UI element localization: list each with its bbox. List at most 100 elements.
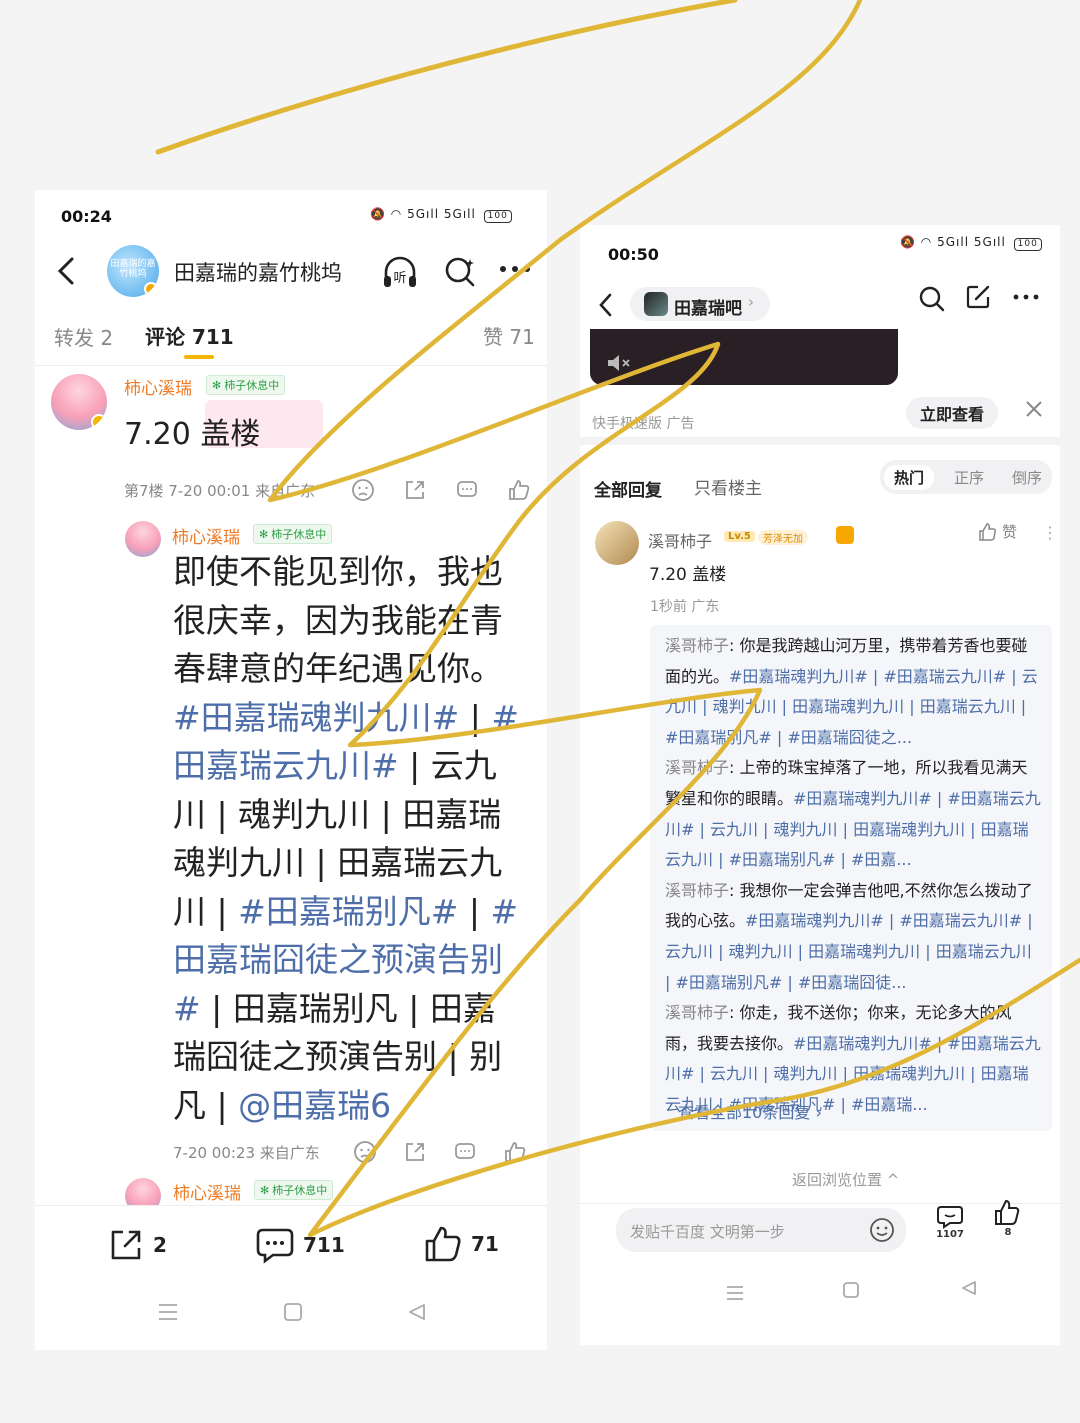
reply-username[interactable]: 柿心溪瑞: [172, 523, 240, 548]
reply-actions: [353, 1140, 527, 1164]
reply-text-segment: |: [458, 891, 491, 931]
more-icon: [500, 266, 530, 272]
comment-button[interactable]: 711: [255, 1226, 345, 1264]
signal-icon: ıll: [956, 235, 970, 249]
user-avatar[interactable]: [595, 521, 639, 565]
reply-avatar[interactable]: [125, 521, 161, 557]
sort-descending[interactable]: 倒序: [1012, 467, 1042, 488]
sub-reply-item[interactable]: 溪哥柿子: 你是我跨越山河万里，携带着芳香也要碰面的光。#田嘉瑞魂判九川# | …: [665, 631, 1041, 753]
view-all-replies-link[interactable]: 查看全部10条回复 ›: [678, 1099, 822, 1123]
status-icons: 🔕 ◠ 5Gıll 5Gıll 100: [900, 235, 1042, 251]
repost-count: 2: [153, 1233, 167, 1257]
post-meta: 第7楼 7-20 00:01 来自广东: [124, 482, 316, 500]
menu-nav-icon[interactable]: [157, 1302, 179, 1322]
hashtag-link[interactable]: @田嘉瑞6: [238, 1086, 391, 1125]
forum-name[interactable]: 田嘉瑞吧: [674, 294, 742, 319]
user-avatar[interactable]: [51, 374, 107, 430]
reply-input-placeholder: 发贴千百度 文明第一步: [630, 1223, 785, 1241]
return-position-button[interactable]: 返回浏览位置 ^: [792, 1169, 899, 1190]
tab-reposts[interactable]: 转发 2: [54, 322, 113, 351]
tab-underline: [184, 355, 214, 359]
menu-nav-icon[interactable]: [725, 1283, 745, 1303]
battery-icon: 100: [483, 210, 512, 223]
level-badge: Lv.5: [724, 531, 755, 542]
post-username[interactable]: 柿心溪瑞: [124, 374, 192, 399]
post-more-icon[interactable]: ⋮: [1042, 523, 1058, 542]
hashtag-link[interactable]: #田嘉瑞魂判九川#: [173, 698, 459, 737]
tab-comments[interactable]: 评论 711: [145, 321, 234, 350]
emoji-icon[interactable]: [868, 1216, 896, 1244]
listen-button[interactable]: 听: [380, 252, 420, 292]
svg-text:听: 听: [393, 271, 406, 286]
back-nav-icon[interactable]: [407, 1302, 427, 1322]
back-button[interactable]: [594, 291, 616, 319]
avatar-text: 田嘉瑞的嘉竹桃坞: [110, 259, 156, 279]
search-button[interactable]: [918, 285, 946, 313]
mute-icon: [608, 355, 630, 371]
comment-icon[interactable]: [455, 478, 479, 502]
back-nav-icon[interactable]: [960, 1279, 978, 1297]
reply-badge-label: 柿子休息中: [271, 528, 327, 541]
sub-reply-username[interactable]: 溪哥柿子: [665, 758, 729, 777]
tab-likes[interactable]: 赞 71: [483, 321, 535, 350]
sub-reply-username[interactable]: 溪哥柿子: [665, 636, 729, 655]
like-icon[interactable]: [507, 478, 531, 502]
sort-ascending[interactable]: 正序: [954, 467, 984, 488]
hashtag-link[interactable]: #田嘉瑞别凡#: [238, 892, 458, 931]
comment-icon: [256, 1228, 294, 1264]
network-label: 5G: [407, 207, 427, 221]
post-like-button[interactable]: 赞: [978, 521, 1017, 542]
close-icon: [1026, 401, 1042, 417]
back-button[interactable]: [51, 254, 81, 288]
search-button[interactable]: [440, 252, 480, 292]
divider: [35, 365, 547, 366]
divider: [580, 437, 1060, 445]
like-button[interactable]: 71: [423, 1224, 499, 1264]
signal-icon-2: ıll: [462, 207, 476, 221]
sub-replies-list: 溪哥柿子: 你是我跨越山河万里，携带着芳香也要碰面的光。#田嘉瑞魂判九川# | …: [665, 631, 1041, 1121]
post-username[interactable]: 溪哥柿子: [648, 528, 712, 552]
dislike-icon[interactable]: [353, 1140, 377, 1164]
dislike-icon[interactable]: [351, 478, 375, 502]
ad-video[interactable]: [590, 329, 898, 385]
reply-input[interactable]: 发贴千百度 文明第一步: [616, 1208, 906, 1252]
chevron-right-icon: ›: [748, 293, 754, 311]
close-button[interactable]: [1024, 399, 1044, 419]
ad-meta: 快手极速版 广告: [592, 416, 695, 432]
home-nav-icon[interactable]: [283, 1302, 303, 1322]
sub-reply-item[interactable]: 溪哥柿子: 我想你一定会弹吉他吧,不然你怎么拨动了我的心弦。#田嘉瑞魂判九川# …: [665, 876, 1041, 998]
share-icon[interactable]: [403, 478, 427, 502]
left-screenshot: 00:24 🔕 ◠ 5Gıll 5Gıll 100 田嘉瑞的嘉竹桃坞 田嘉瑞的嘉…: [35, 190, 547, 1350]
reply-status-badge: ✻ 柿子休息中: [253, 524, 333, 544]
status-time: 00:24: [61, 207, 112, 226]
edit-icon: [966, 285, 990, 309]
home-nav-icon[interactable]: [842, 1281, 860, 1299]
share-icon[interactable]: [403, 1140, 427, 1164]
chevron-left-icon: [599, 293, 612, 317]
status-icons: 🔕 ◠ 5Gıll 5Gıll 100: [370, 207, 512, 223]
mute-icon: 🔕: [370, 207, 386, 221]
sub-reply-item[interactable]: 溪哥柿子: 上帝的珠宝掉落了一地，所以我看见满天繁星和你的眼睛。#田嘉瑞魂判九川…: [665, 753, 1041, 875]
more-button[interactable]: [1012, 293, 1040, 301]
tab-all-replies[interactable]: 全部回复: [594, 476, 662, 501]
tab-op-only[interactable]: 只看楼主: [694, 474, 762, 499]
like-icon[interactable]: [503, 1140, 527, 1164]
ad-view-button[interactable]: 立即查看: [906, 397, 998, 429]
comment-count-button[interactable]: 1107: [936, 1205, 964, 1240]
sub-reply-username[interactable]: 溪哥柿子: [665, 881, 729, 900]
reply-text-segment: 即使不能见到你，我也很庆幸，因为我能在青春肆意的年纪遇见你。: [173, 552, 503, 688]
edit-button[interactable]: [964, 283, 992, 311]
more-button[interactable]: [497, 254, 533, 284]
mute-icon: 🔕: [900, 235, 916, 249]
sort-hot[interactable]: 热门: [884, 465, 935, 490]
wifi-icon: ◠: [920, 235, 933, 249]
comment-icon[interactable]: [453, 1140, 477, 1164]
group-avatar[interactable]: 田嘉瑞的嘉竹桃坞: [107, 245, 159, 297]
repost-button[interactable]: 2: [107, 1226, 167, 1264]
post-actions: [351, 478, 531, 502]
repost-icon: [111, 1230, 141, 1260]
sub-reply-username[interactable]: 溪哥柿子: [665, 1003, 729, 1022]
forum-avatar: [644, 292, 668, 316]
next-reply-username[interactable]: 柿心溪瑞: [173, 1179, 241, 1204]
like-count-button[interactable]: 8: [994, 1199, 1022, 1238]
